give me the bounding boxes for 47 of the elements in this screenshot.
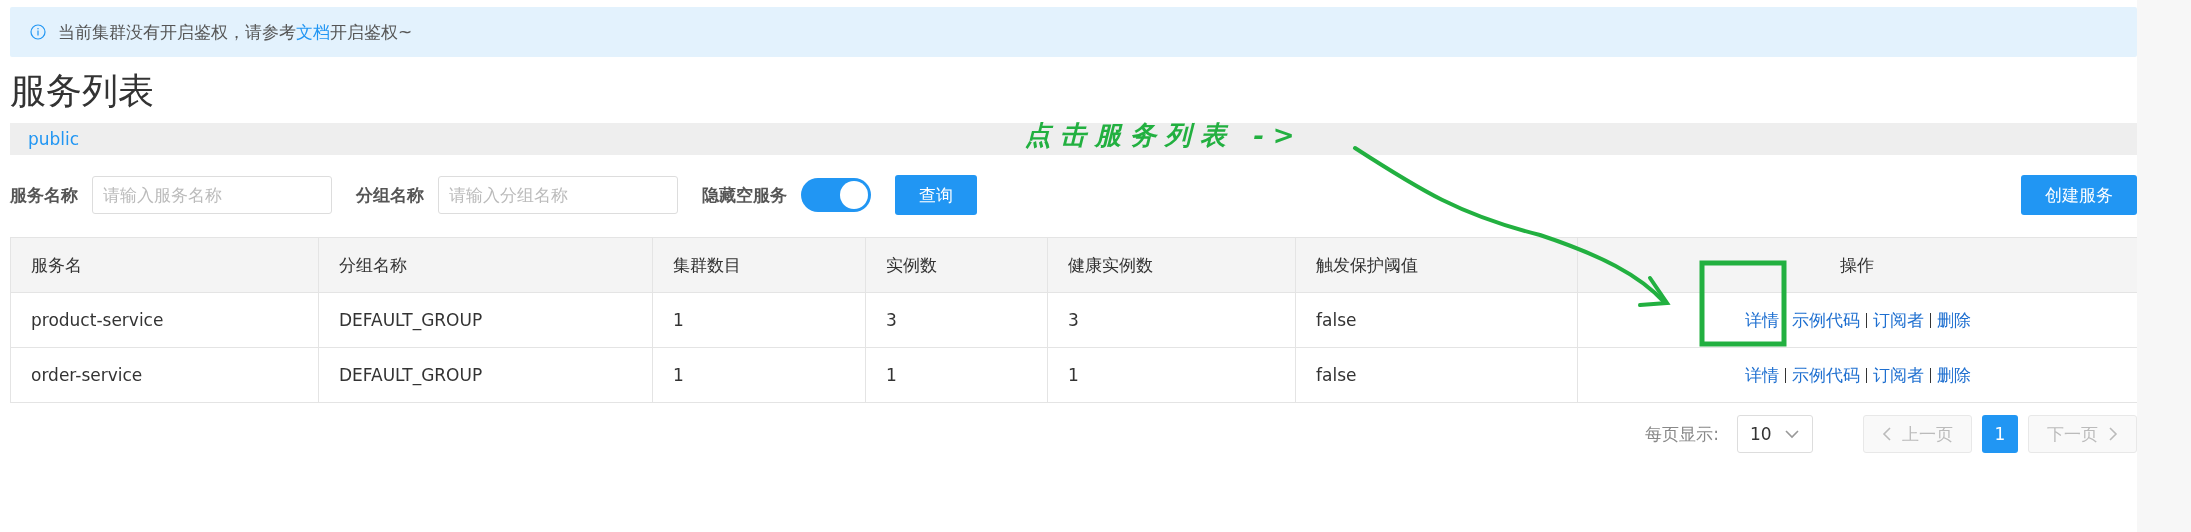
action-link[interactable]: 删除 bbox=[1936, 309, 1971, 330]
page-button[interactable]: 1 bbox=[1982, 415, 2018, 453]
table-cell: 3 bbox=[1047, 292, 1296, 348]
docs-link[interactable]: 文档 bbox=[296, 21, 330, 42]
table-cell: false bbox=[1295, 347, 1578, 403]
column-header: 实例数 bbox=[865, 237, 1048, 293]
table-cell: DEFAULT_GROUP bbox=[318, 292, 653, 348]
namespace-tab[interactable]: public bbox=[28, 129, 80, 149]
page-size-select[interactable]: 10 bbox=[1737, 415, 1813, 453]
action-link[interactable]: 示例代码 bbox=[1791, 364, 1860, 385]
create-service-button[interactable]: 创建服务 bbox=[2021, 175, 2137, 215]
table-cell: 1 bbox=[652, 292, 866, 348]
page-size-label: 每页显示: bbox=[1645, 422, 1719, 446]
table-cell: product-service bbox=[10, 292, 319, 348]
page-title: 服务列表 bbox=[10, 69, 155, 113]
filter-label: 分组名称 bbox=[356, 183, 424, 207]
action-link[interactable]: 示例代码 bbox=[1791, 309, 1860, 330]
info-icon bbox=[30, 24, 46, 40]
action-link[interactable]: 删除 bbox=[1936, 364, 1971, 385]
alert-message: 当前集群没有开启鉴权，请参考文档开启鉴权~ bbox=[58, 20, 413, 44]
column-header: 分组名称 bbox=[318, 237, 653, 293]
query-button[interactable]: 查询 bbox=[895, 175, 977, 215]
caret-icon bbox=[1784, 429, 1800, 439]
filter-label: 服务名称 bbox=[10, 183, 78, 207]
table-cell: order-service bbox=[10, 347, 319, 403]
table-cell: 1 bbox=[652, 347, 866, 403]
column-header: 触发保护阈值 bbox=[1295, 237, 1578, 293]
filter-input[interactable]: 请输入服务名称 bbox=[92, 176, 332, 214]
action-link[interactable]: 详情 bbox=[1744, 309, 1779, 330]
table-cell: 1 bbox=[1047, 347, 1296, 403]
hide-empty-switch[interactable] bbox=[801, 178, 871, 212]
chevron-right-icon bbox=[2108, 426, 2118, 442]
action-link[interactable]: 订阅者 bbox=[1872, 309, 1924, 330]
column-header: 服务名 bbox=[10, 237, 319, 293]
table-cell: 1 bbox=[865, 347, 1048, 403]
table-cell: false bbox=[1295, 292, 1578, 348]
table-cell: DEFAULT_GROUP bbox=[318, 347, 653, 403]
table-cell: 3 bbox=[865, 292, 1048, 348]
chevron-left-icon bbox=[1882, 426, 1892, 442]
annotation-text: 点击服务列表 -> bbox=[1025, 119, 1304, 152]
column-header: 集群数目 bbox=[652, 237, 866, 293]
column-header: 操作 bbox=[1577, 237, 2138, 293]
column-header: 健康实例数 bbox=[1047, 237, 1296, 293]
toggle-label: 隐藏空服务 bbox=[702, 183, 787, 207]
action-link[interactable]: 详情 bbox=[1744, 364, 1779, 385]
action-link[interactable]: 订阅者 bbox=[1872, 364, 1924, 385]
filter-input[interactable]: 请输入分组名称 bbox=[438, 176, 678, 214]
